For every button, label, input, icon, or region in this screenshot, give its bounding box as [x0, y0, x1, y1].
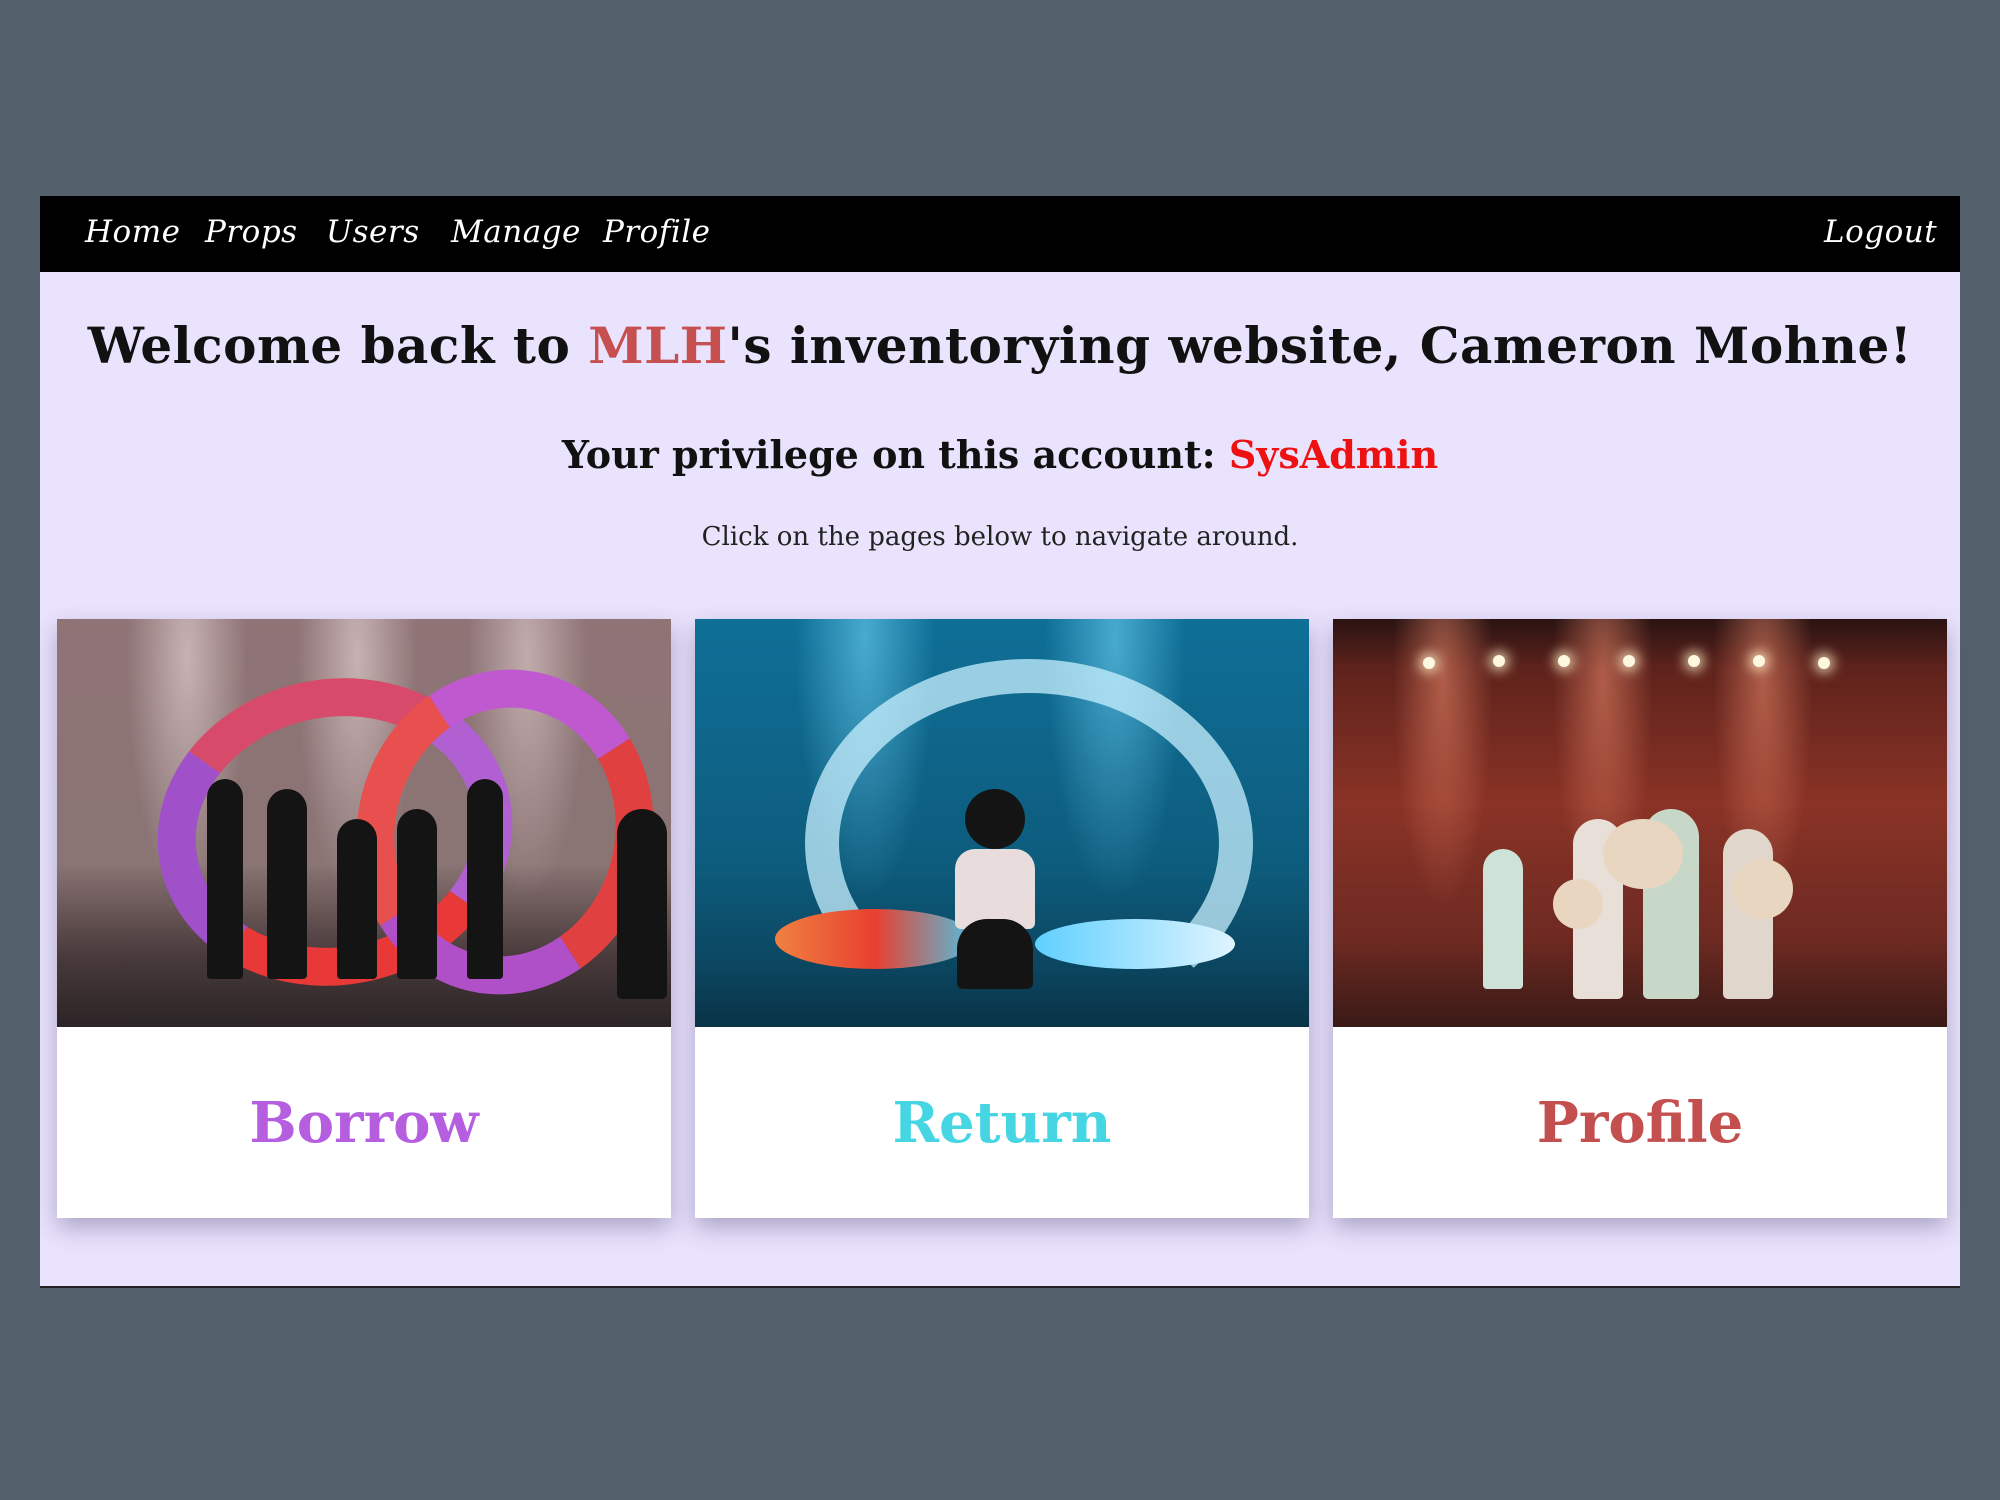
nav-users-link[interactable]: Users — [326, 210, 420, 254]
stage-light — [1493, 655, 1505, 667]
stage-light — [1818, 657, 1830, 669]
welcome-prefix: Welcome back to — [87, 316, 589, 375]
return-label-text: Return — [892, 1089, 1112, 1156]
stage-light — [1688, 655, 1700, 667]
nav-manage-link[interactable]: Manage — [451, 210, 581, 254]
silk-ribbon-floor — [1035, 919, 1235, 969]
silk-ribbon-floor — [775, 909, 975, 969]
dancers-with-fans-photo — [57, 619, 671, 1027]
stage-light — [1423, 657, 1435, 669]
org-name: MLH — [588, 316, 728, 375]
profile-card[interactable]: Profile — [1333, 619, 1947, 1218]
navbar: Home Props Users Manage Profile Logout — [40, 196, 1960, 272]
navigation-hint: Click on the pages below to navigate aro… — [701, 522, 1299, 552]
dancer-figure — [397, 809, 437, 979]
welcome-suffix: 's inventorying website, Cameron Mohne! — [727, 316, 1913, 375]
return-card[interactable]: Return — [695, 619, 1309, 1218]
dancer-torso — [955, 849, 1035, 929]
dancer-figure — [207, 779, 243, 979]
profile-label-text: Profile — [1536, 1089, 1744, 1156]
dancers-with-hats-photo — [1333, 619, 1947, 1027]
stage-light — [1558, 655, 1570, 667]
return-card-label[interactable]: Return — [695, 1027, 1309, 1218]
logout-link[interactable]: Logout — [1824, 210, 1937, 254]
dancer-head — [965, 789, 1025, 849]
nav-profile-link[interactable]: Profile — [603, 210, 711, 254]
stage-light — [1753, 655, 1765, 667]
borrow-label-text: Borrow — [249, 1089, 479, 1156]
conical-hat — [1603, 819, 1683, 889]
stage-light — [1623, 655, 1635, 667]
dancer-legs — [957, 919, 1033, 989]
page-container: Home Props Users Manage Profile Logout W… — [40, 196, 1960, 1288]
privilege-role: SysAdmin — [1228, 432, 1439, 477]
dancer-with-silk-ribbons-photo — [695, 619, 1309, 1027]
dancer-figure — [617, 809, 667, 999]
dancer-figure — [467, 779, 503, 979]
privilege-label: Your privilege on this account: — [561, 432, 1229, 477]
dancer-figure — [1483, 849, 1523, 989]
dancer-figure — [267, 789, 307, 979]
nav-props-link[interactable]: Props — [205, 210, 298, 254]
borrow-card[interactable]: Borrow — [57, 619, 671, 1218]
privilege-heading: Your privilege on this account: SysAdmin — [40, 432, 1960, 477]
dancer-figure — [337, 819, 377, 979]
borrow-card-label[interactable]: Borrow — [57, 1027, 671, 1218]
conical-hat — [1553, 879, 1603, 929]
welcome-heading: Welcome back to MLH's inventorying websi… — [40, 316, 1960, 375]
conical-hat — [1733, 859, 1793, 919]
nav-home-link[interactable]: Home — [85, 210, 180, 254]
profile-card-label[interactable]: Profile — [1333, 1027, 1947, 1218]
